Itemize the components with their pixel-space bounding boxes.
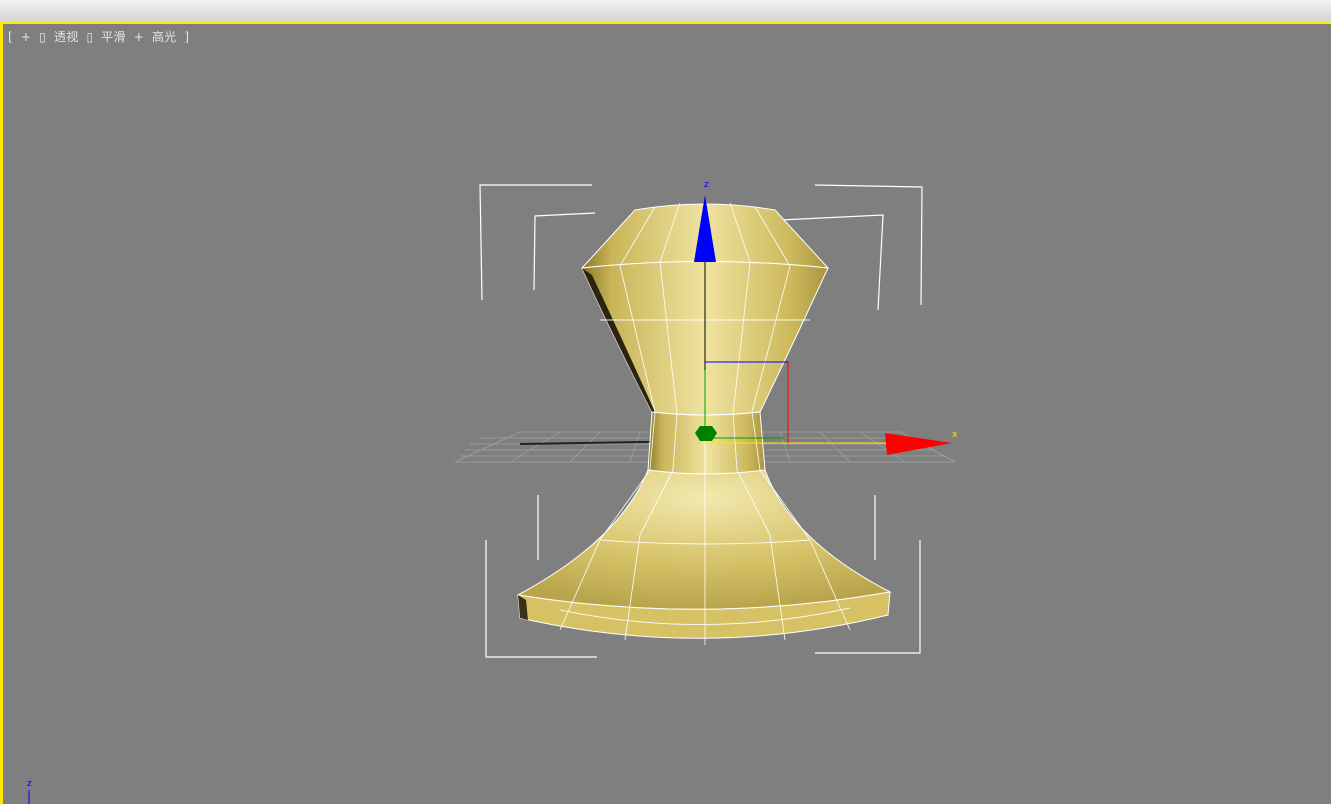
- scene-canvas[interactable]: z x y z: [0, 0, 1331, 804]
- tripod-z-label: z: [27, 779, 32, 789]
- gizmo-x-arrow[interactable]: [885, 433, 952, 455]
- gizmo-y-label: y: [706, 418, 711, 427]
- gizmo-x-label: x: [952, 430, 958, 440]
- 3d-app-window: [ + ▯ 透视 ▯ 平滑 + 高光 ] z x y z: [0, 0, 1331, 804]
- lathe-object[interactable]: z x y: [516, 180, 958, 645]
- gizmo-z-label: z: [704, 180, 709, 190]
- lower-flare: [516, 469, 892, 610]
- view-axis-tripod: z: [27, 779, 32, 804]
